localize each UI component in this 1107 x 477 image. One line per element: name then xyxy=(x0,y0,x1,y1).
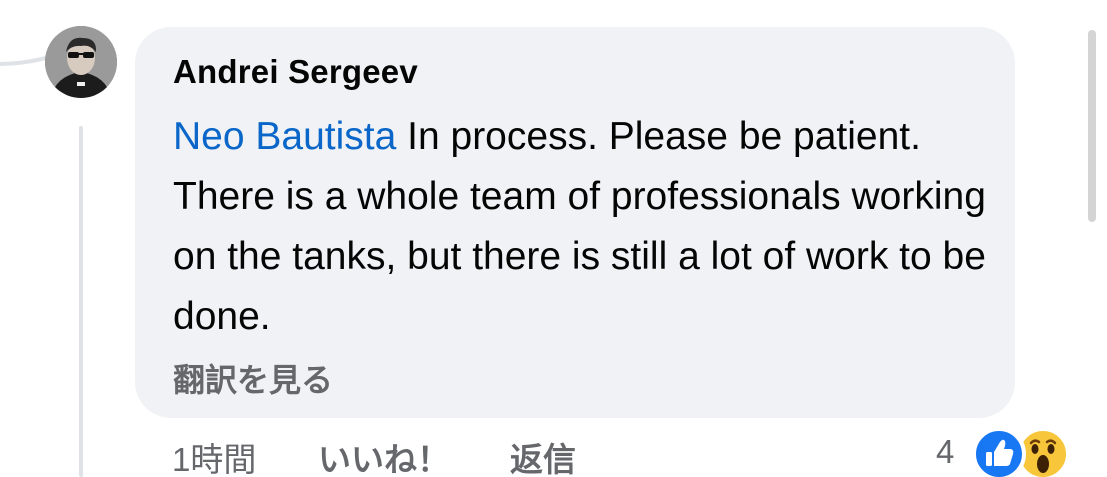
reaction-summary[interactable] xyxy=(972,427,1076,477)
thread-connector-curve xyxy=(0,56,48,66)
like-icon xyxy=(972,427,1026,477)
thread-connector-line xyxy=(79,126,83,477)
see-translation-link[interactable]: 翻訳を見る xyxy=(173,355,333,401)
like-button[interactable]: いいね！ xyxy=(318,433,450,477)
comment-text: Neo Bautista In process. Please be patie… xyxy=(173,107,993,347)
avatar[interactable] xyxy=(45,26,117,98)
comment-author[interactable]: Andrei Sergeev xyxy=(173,53,418,91)
reaction-count[interactable]: 4 xyxy=(936,433,954,471)
avatar-image xyxy=(45,26,117,98)
scrollbar[interactable] xyxy=(1088,30,1096,222)
reply-button[interactable]: 返信 xyxy=(510,433,576,477)
comment-screen: Andrei Sergeev Neo Bautista In process. … xyxy=(0,0,1107,477)
comment-timestamp[interactable]: 1時間 xyxy=(172,433,256,477)
comment-mention[interactable]: Neo Bautista xyxy=(173,115,396,158)
comment-bubble: Andrei Sergeev Neo Bautista In process. … xyxy=(135,27,1015,418)
